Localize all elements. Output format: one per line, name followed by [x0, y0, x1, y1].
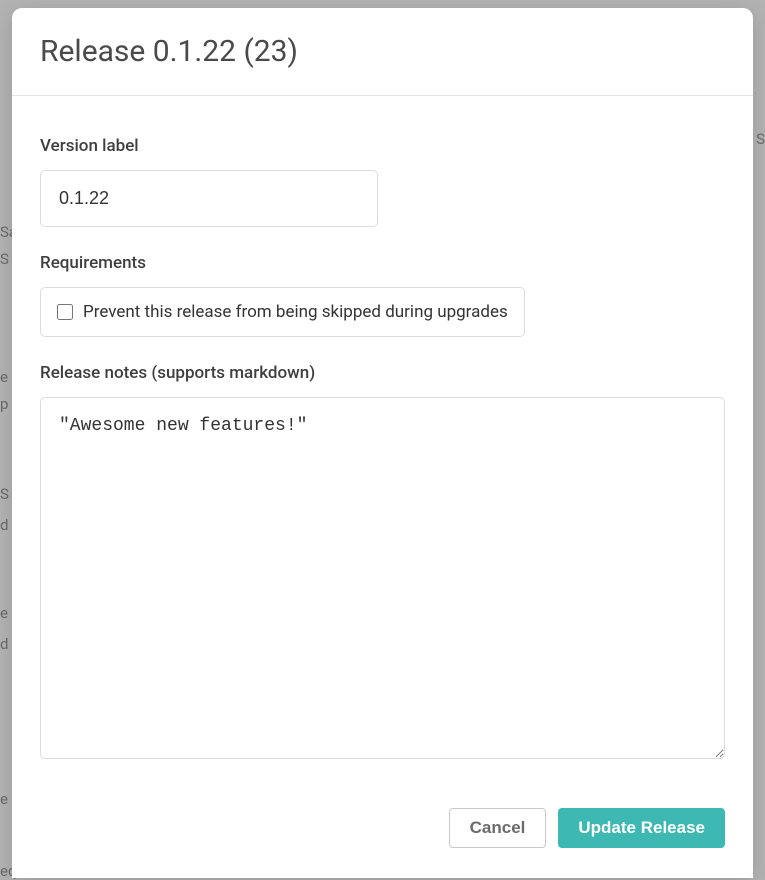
backdrop-text: S [0, 250, 9, 268]
modal-body: Version label Requirements Prevent this … [12, 96, 753, 788]
modal-header: Release 0.1.22 (23) [12, 8, 753, 96]
release-edit-modal: Release 0.1.22 (23) Version label Requir… [12, 8, 753, 878]
backdrop-text: e [0, 604, 8, 622]
modal-title: Release 0.1.22 (23) [40, 34, 725, 69]
release-notes-textarea[interactable] [40, 397, 725, 759]
backdrop-text: p [0, 395, 8, 413]
backdrop-text: e [0, 368, 8, 386]
prevent-skip-label[interactable]: Prevent this release from being skipped … [83, 302, 508, 322]
version-label-title: Version label [40, 136, 725, 156]
version-label-group: Version label [40, 136, 725, 227]
backdrop-text: e [0, 790, 8, 808]
requirements-title: Requirements [40, 253, 725, 273]
backdrop-text: d [0, 516, 8, 534]
modal-footer: Cancel Update Release [12, 788, 753, 878]
prevent-skip-container[interactable]: Prevent this release from being skipped … [40, 287, 525, 337]
backdrop-text: d [0, 635, 8, 653]
backdrop-text: S [0, 485, 9, 503]
release-notes-title: Release notes (supports markdown) [40, 363, 725, 383]
release-notes-group: Release notes (supports markdown) [40, 363, 725, 763]
update-release-button[interactable]: Update Release [558, 808, 725, 848]
backdrop-text: S [756, 130, 765, 148]
cancel-button[interactable]: Cancel [449, 808, 547, 848]
requirements-group: Requirements Prevent this release from b… [40, 253, 725, 337]
prevent-skip-checkbox[interactable] [57, 304, 73, 320]
version-label-input[interactable] [40, 170, 378, 227]
